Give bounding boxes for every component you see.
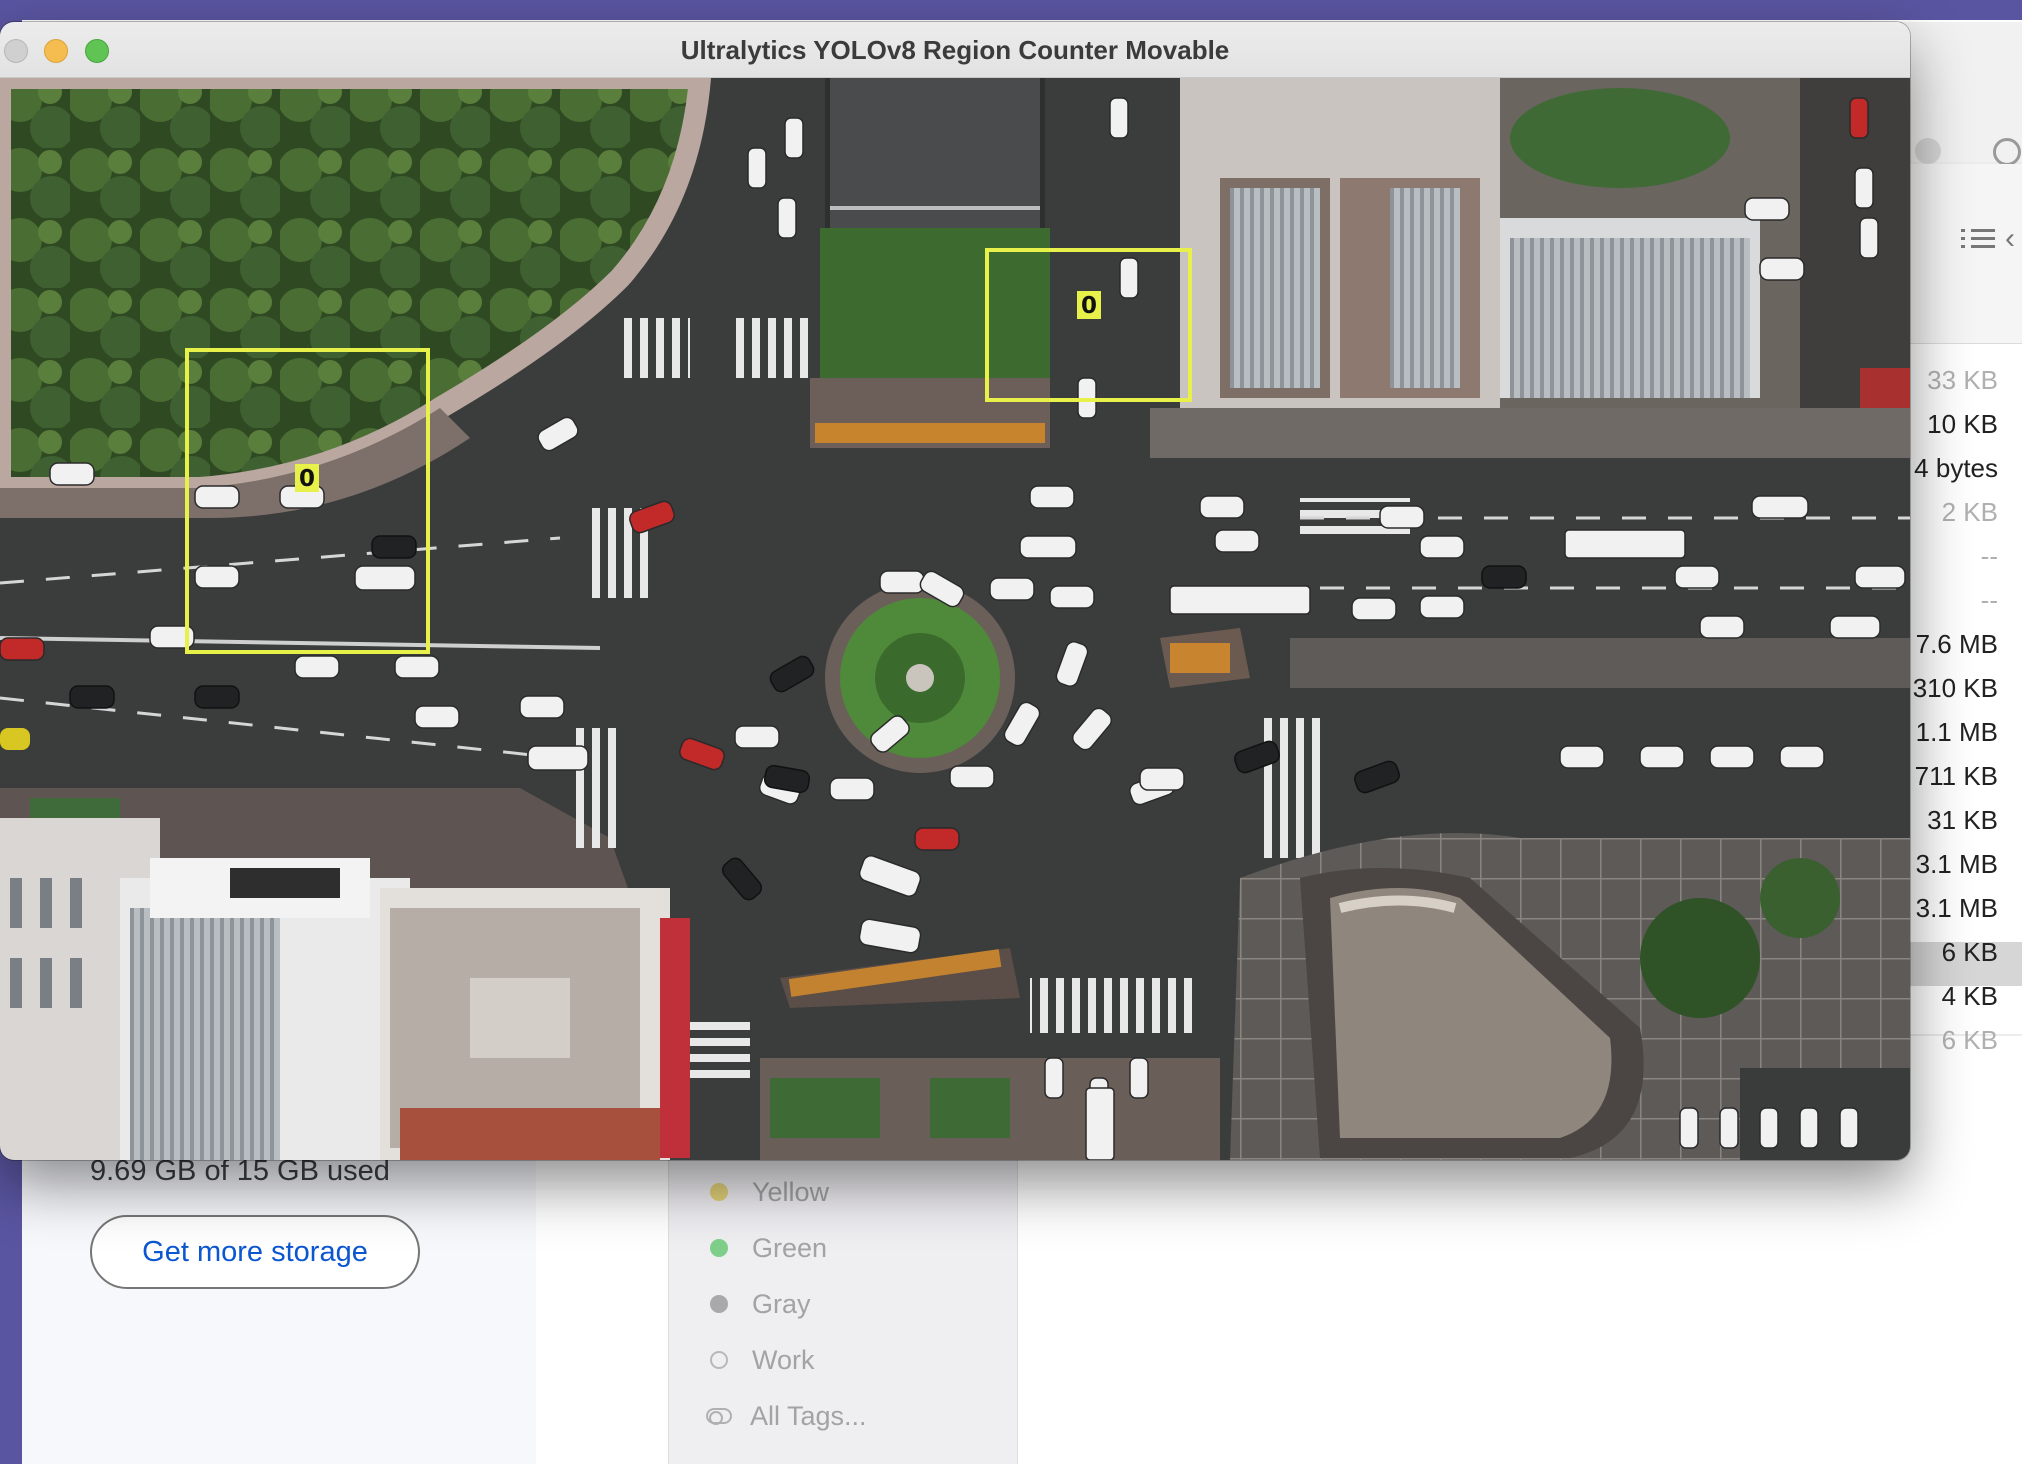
tag-label: Gray	[752, 1288, 811, 1319]
tag-item[interactable]: All Tags...	[706, 1396, 867, 1436]
region-count-label-top: 0	[1077, 291, 1101, 319]
tag-color-dot-icon	[710, 1183, 728, 1201]
yolo-region-counter-window: Ultralytics YOLOv8 Region Counter Movabl…	[0, 22, 1910, 1160]
aerial-video-frame[interactable]: 0 0	[0, 78, 1910, 1160]
bus	[1564, 529, 1686, 559]
list-view-icon[interactable]	[1961, 224, 1995, 252]
drive-sidebar	[22, 1150, 536, 1464]
share-icon[interactable]	[1915, 138, 1941, 164]
github-icon[interactable]	[1993, 138, 2021, 166]
tag-label: All Tags...	[750, 1400, 867, 1431]
region-count-label-left: 0	[295, 464, 319, 492]
window-titlebar[interactable]: Ultralytics YOLOv8 Region Counter Movabl…	[0, 22, 1910, 78]
tag-color-dot-icon	[710, 1239, 728, 1257]
tag-label: Work	[752, 1344, 815, 1375]
chevron-updown-icon[interactable]: ‹	[2005, 222, 2015, 256]
tag-item[interactable]: Work	[710, 1340, 815, 1380]
tag-label: Green	[752, 1232, 828, 1263]
tags-icon	[706, 1408, 732, 1425]
tag-label: Yellow	[752, 1176, 830, 1207]
region-count-left: 0	[299, 466, 315, 492]
tag-color-dot-icon	[710, 1351, 728, 1369]
region-count-top: 0	[1081, 293, 1097, 319]
get-more-storage-button[interactable]: Get more storage	[90, 1215, 420, 1289]
window-title: Ultralytics YOLOv8 Region Counter Movabl…	[680, 35, 1230, 65]
tag-color-dot-icon	[710, 1295, 728, 1313]
tag-item[interactable]: Yellow	[710, 1172, 829, 1212]
finder-toolbar: ‹	[1901, 164, 2022, 344]
bus	[1169, 585, 1311, 615]
finder-titlebar	[1901, 22, 2022, 166]
tag-item[interactable]: Gray	[710, 1284, 811, 1324]
tag-item[interactable]: Green	[710, 1228, 827, 1268]
